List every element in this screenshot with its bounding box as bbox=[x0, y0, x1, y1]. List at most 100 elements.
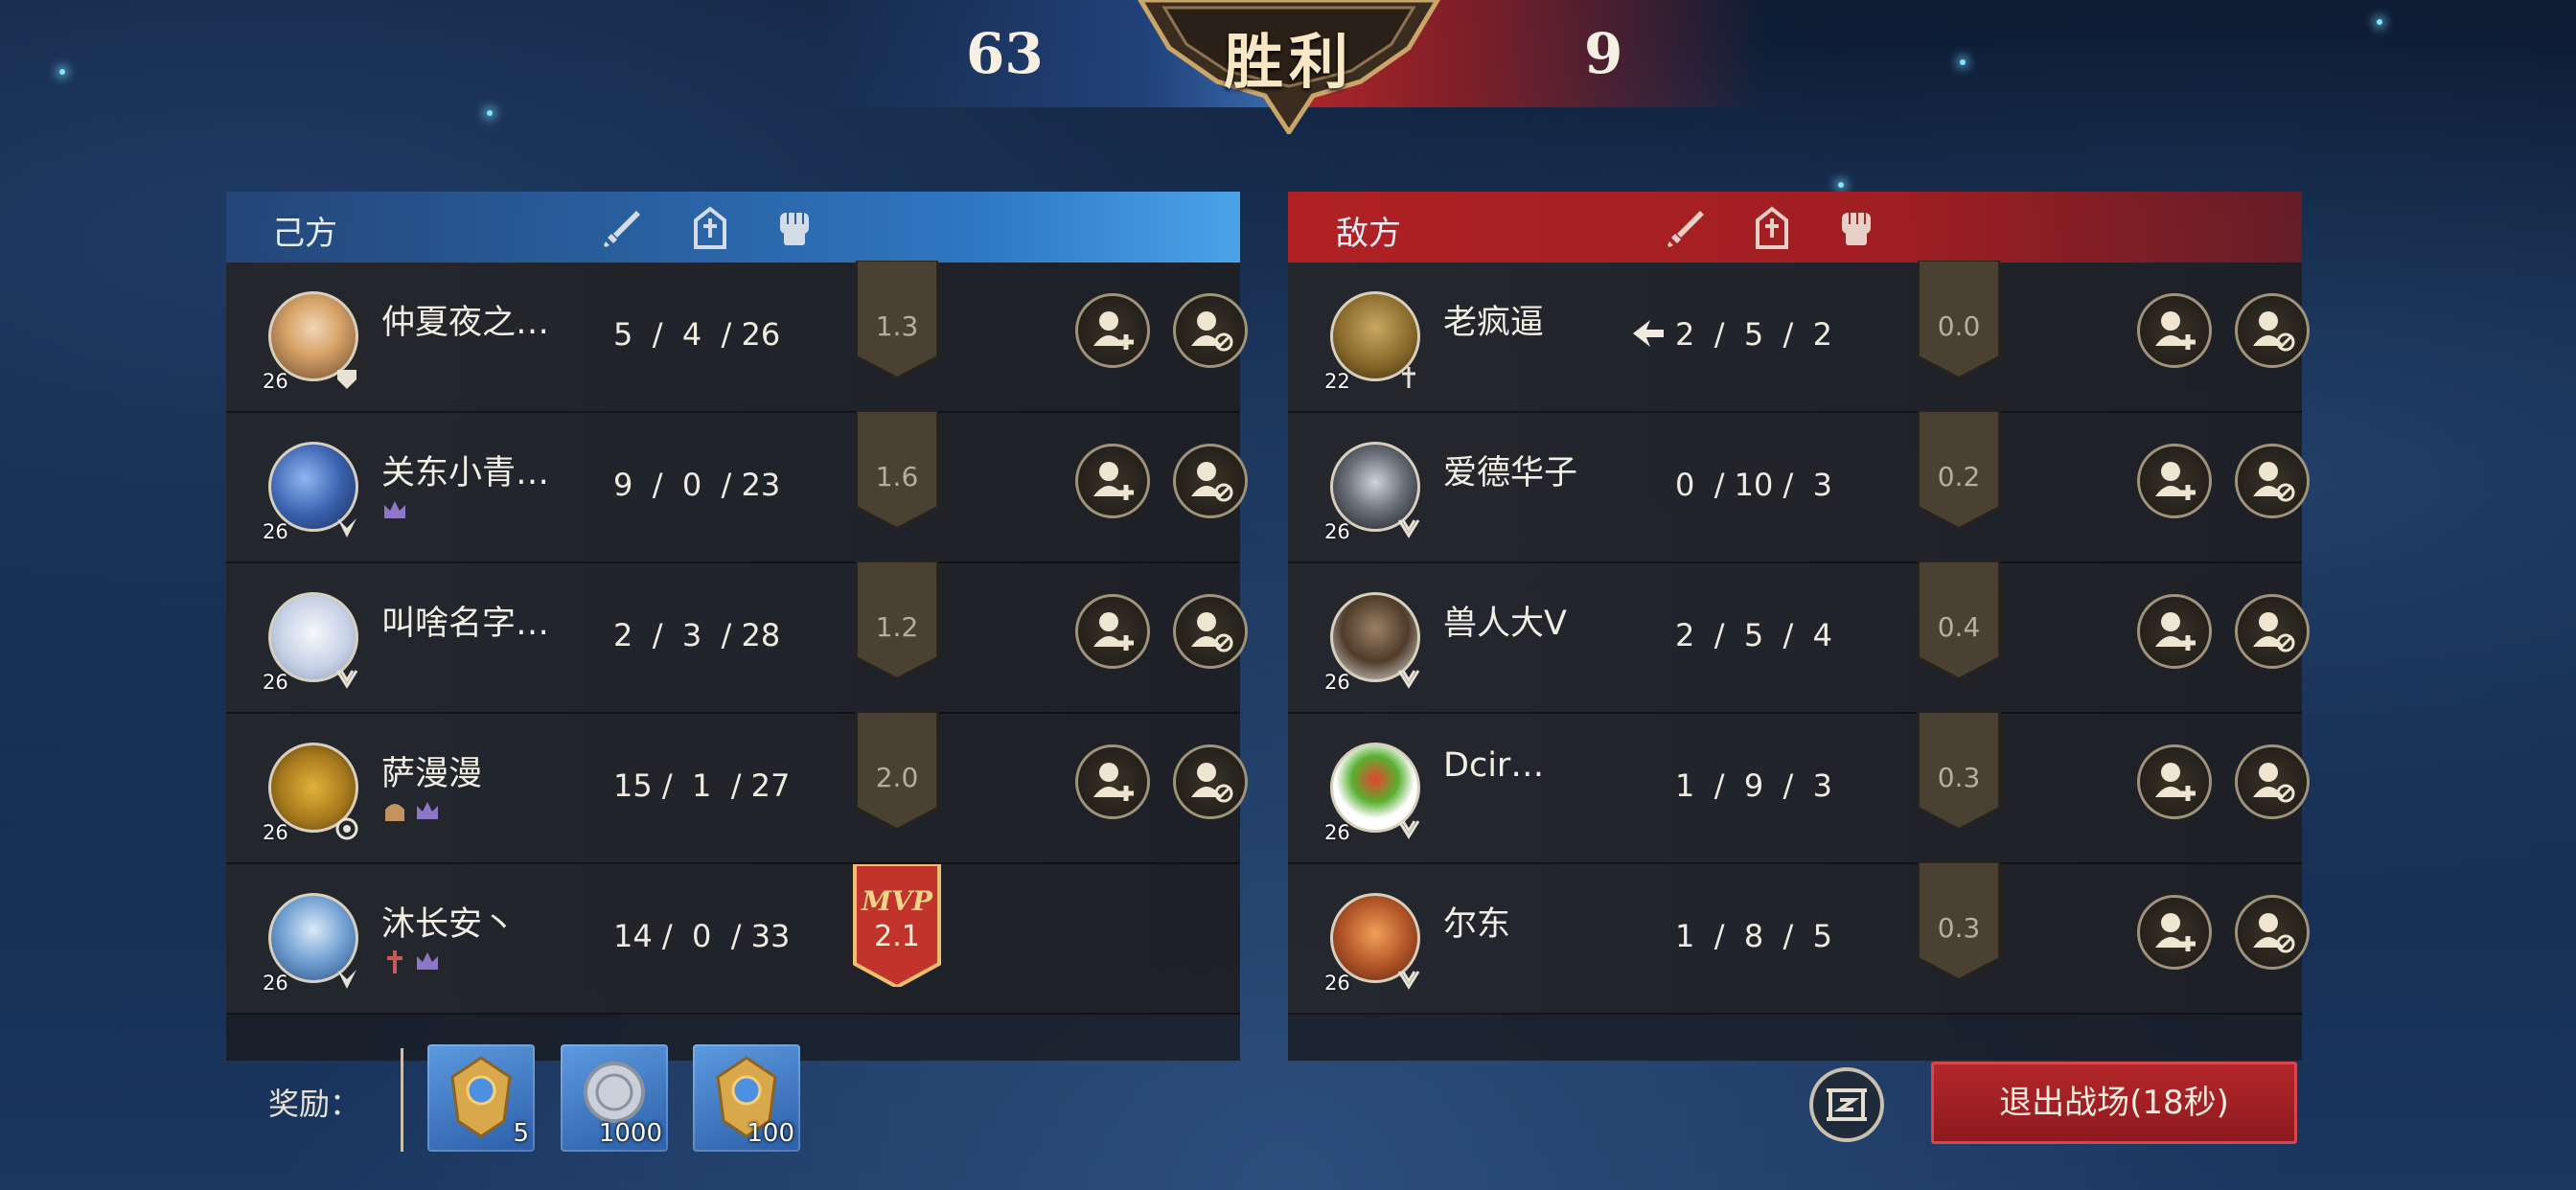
player-kda: 14 / 0 / 33 bbox=[613, 918, 791, 954]
reward-count: 5 bbox=[513, 1119, 529, 1148]
player-row: 26 爱德华子 0 / 10 / 3 0.2 bbox=[1288, 411, 2310, 563]
sword-icon bbox=[604, 211, 640, 247]
player-name: 仲夏夜之… bbox=[381, 304, 550, 342]
enemy-team-panel: 敌方 22 老疯逼 2 / 5 / 2 0.0 26 爱德华子 0 / 10 /… bbox=[1288, 192, 2310, 1061]
victory-label: 胜利 bbox=[1223, 27, 1354, 97]
enemy-team-score: 9 bbox=[1584, 21, 1623, 86]
block-user-icon bbox=[2253, 913, 2295, 953]
fist-icon bbox=[780, 213, 809, 245]
sword-icon bbox=[1668, 211, 1704, 247]
exit-battlefield-button[interactable]: 退出战场(18秒) bbox=[1931, 1062, 2297, 1144]
star-decoration bbox=[1838, 182, 1844, 188]
block-player-button[interactable] bbox=[2235, 293, 2310, 368]
block-player-button[interactable] bbox=[1173, 444, 1248, 518]
reward-count: 1000 bbox=[598, 1119, 662, 1148]
player-level: 26 bbox=[263, 821, 288, 844]
player-row: 26 沐长安丶 14 / 0 / 33 MVP 2.1 bbox=[226, 864, 1240, 1015]
player-level: 26 bbox=[1324, 671, 1350, 694]
add-friend-icon bbox=[1093, 462, 1134, 500]
helmet-icon bbox=[385, 804, 404, 821]
add-friend-button[interactable] bbox=[2137, 444, 2212, 518]
enemy-player-list: 22 老疯逼 2 / 5 / 2 0.0 26 爱德华子 0 / 10 / 3 … bbox=[1288, 261, 2310, 1015]
add-friend-button[interactable] bbox=[2137, 293, 2212, 368]
add-friend-button[interactable] bbox=[2137, 895, 2212, 970]
add-friend-icon bbox=[2155, 311, 2196, 350]
rank-badge-icon bbox=[337, 518, 356, 538]
player-rating: 0.4 bbox=[1937, 611, 1981, 643]
block-user-icon bbox=[1191, 462, 1233, 502]
block-player-button[interactable] bbox=[2235, 744, 2310, 819]
player-rating: 0.0 bbox=[1937, 310, 1981, 342]
player-kda: 2 / 5 / 4 bbox=[1675, 617, 1833, 653]
player-rating: 0.2 bbox=[1937, 461, 1981, 492]
add-friend-icon bbox=[1093, 311, 1134, 350]
player-row: 26 关东小青… 9 / 0 / 23 1.6 bbox=[226, 411, 1248, 563]
block-user-icon bbox=[1191, 763, 1233, 803]
add-friend-icon bbox=[2155, 913, 2196, 951]
player-level: 26 bbox=[1324, 520, 1350, 543]
crown-icon bbox=[384, 501, 405, 518]
player-name: 关东小青… bbox=[381, 454, 550, 492]
player-rating: 1.2 bbox=[875, 611, 919, 643]
add-friend-button[interactable] bbox=[2137, 744, 2212, 819]
crown-icon bbox=[417, 802, 438, 819]
player-name: 尔东 bbox=[1443, 905, 1511, 944]
player-kda: 2 / 5 / 2 bbox=[1675, 316, 1833, 353]
add-friend-button[interactable] bbox=[1075, 293, 1150, 368]
block-player-button[interactable] bbox=[2235, 594, 2310, 669]
player-level: 26 bbox=[1324, 821, 1350, 844]
rank-badge-icon bbox=[335, 670, 358, 689]
rank-badge-icon bbox=[1397, 971, 1420, 990]
reward-item[interactable]: 1000 bbox=[561, 1044, 668, 1152]
add-friend-icon bbox=[2155, 462, 2196, 500]
player-kda: 0 / 10 / 3 bbox=[1675, 467, 1833, 503]
player-name: 萨漫漫 bbox=[381, 755, 483, 793]
player-row: 26 兽人大V 2 / 5 / 4 0.4 bbox=[1288, 561, 2310, 714]
rank-badge-icon bbox=[337, 970, 356, 989]
rank-badge-icon bbox=[1402, 367, 1415, 388]
block-user-icon bbox=[2253, 311, 2295, 352]
add-friend-icon bbox=[1093, 612, 1134, 651]
player-name: 沐长安丶 bbox=[381, 905, 517, 944]
block-user-icon bbox=[2253, 462, 2295, 502]
player-tags bbox=[381, 798, 441, 827]
player-name: 老疯逼 bbox=[1443, 304, 1545, 342]
block-player-button[interactable] bbox=[2235, 444, 2310, 518]
our-team-header: 己方 bbox=[226, 192, 1240, 263]
result-banner: 63 9 胜利 bbox=[0, 0, 2576, 134]
reward-item[interactable]: 5 bbox=[427, 1044, 535, 1152]
block-player-button[interactable] bbox=[1173, 744, 1248, 819]
reward-label: 奖励： bbox=[268, 1086, 361, 1122]
tower-icon bbox=[694, 206, 726, 249]
block-player-button[interactable] bbox=[1173, 594, 1248, 669]
player-row: 26 尔东 1 / 8 / 5 0.3 bbox=[1288, 862, 2310, 1015]
player-level: 26 bbox=[263, 972, 288, 995]
reward-item[interactable]: 100 bbox=[693, 1044, 800, 1152]
player-rating: 2.0 bbox=[875, 762, 919, 793]
add-friend-icon bbox=[1093, 763, 1134, 801]
fist-icon bbox=[1842, 213, 1871, 245]
block-user-icon bbox=[2253, 612, 2295, 652]
rank-badge-icon bbox=[337, 370, 356, 389]
add-friend-button[interactable] bbox=[2137, 594, 2212, 669]
block-user-icon bbox=[1191, 612, 1233, 652]
our-player-list: 26 仲夏夜之… 5 / 4 / 26 1.3 26 关东小青… 9 / 0 /… bbox=[226, 261, 1248, 1015]
player-level: 26 bbox=[263, 671, 288, 694]
player-kda: 2 / 3 / 28 bbox=[613, 617, 781, 653]
add-friend-button[interactable] bbox=[1075, 444, 1150, 518]
player-level: 26 bbox=[1324, 972, 1350, 995]
player-level: 22 bbox=[1324, 370, 1350, 393]
our-team-panel: 己方 26 仲夏夜之… 5 / 4 / 26 1.3 26 关东小青… 9 / … bbox=[226, 192, 1248, 1061]
enemy-team-header: 敌方 bbox=[1288, 192, 2302, 263]
panel-footer bbox=[1288, 1015, 2302, 1061]
add-friend-button[interactable] bbox=[1075, 594, 1150, 669]
player-name: 爱德华子 bbox=[1443, 454, 1578, 492]
battle-log-button[interactable] bbox=[1809, 1067, 1884, 1142]
add-friend-button[interactable] bbox=[1075, 744, 1150, 819]
player-rating: 0.3 bbox=[1937, 912, 1981, 944]
block-user-icon bbox=[1191, 311, 1233, 352]
player-level: 26 bbox=[263, 520, 288, 543]
player-tags bbox=[381, 949, 441, 977]
block-player-button[interactable] bbox=[1173, 293, 1248, 368]
block-player-button[interactable] bbox=[2235, 895, 2310, 970]
